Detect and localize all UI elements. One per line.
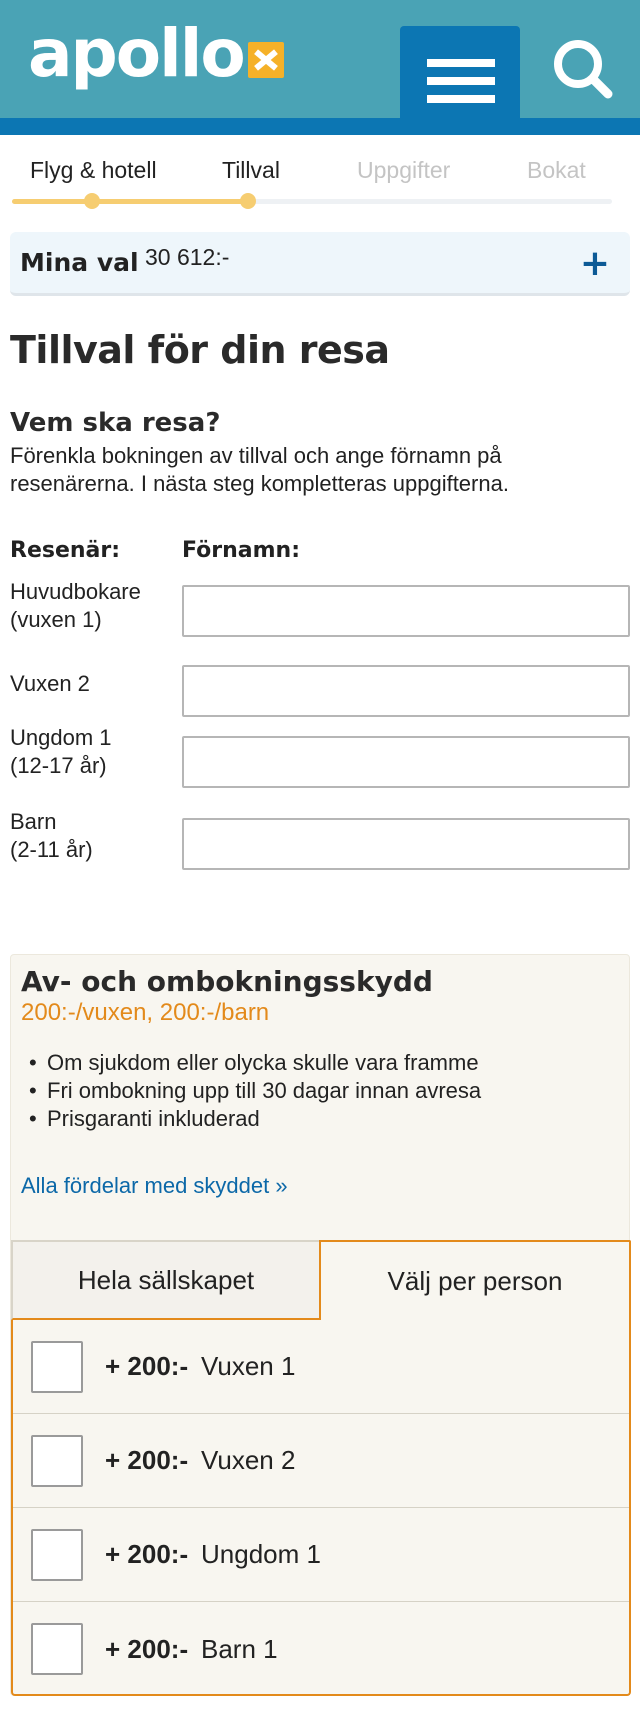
logo-sun-icon	[247, 42, 284, 78]
per-person-options: + 200:- Vuxen 1 + 200:- Vuxen 2 + 200:- …	[11, 1320, 631, 1696]
step-flyg-hotell[interactable]: Flyg & hotell	[30, 157, 157, 184]
mina-val-summary[interactable]: Mina val 30 612:- +	[10, 232, 630, 296]
search-button[interactable]	[548, 34, 618, 104]
firstname-input-ungdom-1[interactable]	[182, 736, 630, 788]
insurance-selection-tabs: Hela sällskapet Välj per person + 200:- …	[11, 1240, 631, 1697]
progress-dot-step-2	[240, 193, 256, 209]
col-header-firstname: Förnamn:	[182, 538, 300, 563]
cancellation-protection-panel: Av- och ombokningsskydd 200:-/vuxen, 200…	[10, 954, 631, 1697]
mina-val-price: 30 612:-	[145, 244, 230, 270]
step-bokat: Bokat	[527, 157, 586, 183]
option-person: Vuxen 2	[201, 1445, 296, 1475]
mina-val-label: Mina val	[20, 248, 139, 277]
booking-steps: Flyg & hotell Tillval Uppgifter Bokat	[0, 145, 640, 215]
benefit-item: Om sjukdom eller olycka skulle vara fram…	[21, 1049, 481, 1077]
header-bottom-bar	[0, 118, 640, 135]
traveler-label-ungdom-1: Ungdom 1 (12-17 år)	[10, 725, 112, 778]
option-amount: + 200:-	[105, 1539, 189, 1569]
option-row-ungdom-1[interactable]: + 200:- Ungdom 1	[13, 1508, 629, 1602]
option-amount: + 200:-	[105, 1633, 189, 1664]
firstname-input-barn[interactable]	[182, 818, 630, 870]
option-row-vuxen-2[interactable]: + 200:- Vuxen 2	[13, 1414, 629, 1508]
firstname-input-huvudbokare[interactable]	[182, 585, 630, 637]
option-amount: + 200:-	[105, 1445, 189, 1475]
hamburger-menu-icon-line	[427, 95, 495, 103]
option-person: Barn 1	[201, 1633, 278, 1664]
plus-icon[interactable]: +	[580, 246, 610, 282]
traveler-label-huvudbokare: Huvudbokare (vuxen 1)	[10, 579, 141, 632]
step-tillval[interactable]: Tillval	[222, 157, 280, 184]
tab-hela-sallskapet[interactable]: Hela sällskapet	[11, 1240, 319, 1320]
firstname-input-vuxen-2[interactable]	[182, 665, 630, 717]
progress-dot-step-1	[84, 193, 100, 209]
tab-valj-per-person[interactable]: Välj per person	[319, 1240, 631, 1320]
insurance-benefits-list: Om sjukdom eller olycka skulle vara fram…	[21, 1049, 481, 1133]
insurance-title: Av- och ombokningsskydd	[21, 965, 433, 998]
search-icon	[554, 40, 613, 99]
traveler-label-barn: Barn (2-11 år)	[10, 809, 93, 862]
benefit-item: Prisgaranti inkluderad	[21, 1105, 481, 1133]
checkbox-barn-1[interactable]	[31, 1623, 83, 1675]
page-title: Tillval för din resa	[10, 328, 390, 372]
progress-fill	[12, 199, 248, 204]
insurance-price: 200:-/vuxen, 200:-/barn	[21, 999, 270, 1026]
option-person: Ungdom 1	[201, 1539, 321, 1569]
travelers-intro: Förenkla bokningen av tillval och ange f…	[10, 443, 509, 496]
checkbox-vuxen-2[interactable]	[31, 1434, 83, 1487]
apollo-logo[interactable]: apollo	[28, 14, 284, 94]
step-uppgifter: Uppgifter	[357, 157, 451, 183]
traveler-label-vuxen-2: Vuxen 2	[10, 671, 90, 696]
checkbox-ungdom-1[interactable]	[31, 1528, 83, 1581]
option-person: Vuxen 1	[201, 1351, 296, 1381]
logo-text: apollo	[28, 15, 246, 92]
travelers-heading: Vem ska resa?	[10, 408, 221, 438]
option-amount: + 200:-	[105, 1351, 189, 1381]
option-row-barn-1[interactable]: + 200:- Barn 1	[13, 1602, 629, 1696]
hamburger-menu-icon-line	[427, 77, 495, 85]
col-header-traveler: Resenär:	[10, 538, 121, 563]
checkbox-vuxen-1[interactable]	[31, 1340, 83, 1393]
option-row-vuxen-1[interactable]: + 200:- Vuxen 1	[13, 1320, 629, 1414]
benefit-item: Fri ombokning upp till 30 dagar innan av…	[21, 1077, 481, 1105]
hamburger-menu-icon	[427, 59, 495, 67]
insurance-benefits-link[interactable]: Alla fördelar med skyddet »	[21, 1173, 288, 1199]
site-header: apollo	[0, 0, 640, 135]
